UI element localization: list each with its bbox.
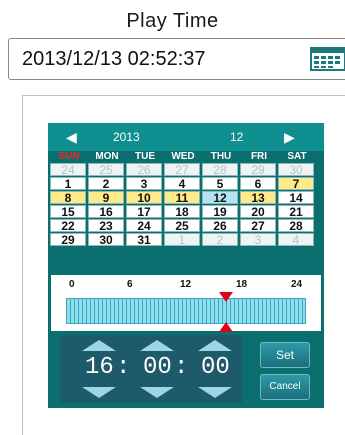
calendar-day[interactable]: 2 bbox=[88, 177, 124, 190]
hour-down-icon[interactable] bbox=[82, 387, 116, 398]
calendar-icon[interactable] bbox=[310, 47, 345, 71]
cancel-button[interactable]: Cancel bbox=[260, 374, 310, 400]
calendar-day[interactable]: 11 bbox=[164, 191, 200, 204]
calendar-day[interactable]: 4 bbox=[164, 177, 200, 190]
calendar-day[interactable]: 27 bbox=[164, 163, 200, 176]
next-month-icon[interactable]: ▶ bbox=[284, 129, 295, 146]
calendar-day[interactable]: 10 bbox=[126, 191, 162, 204]
calendar-day[interactable]: 7 bbox=[278, 177, 314, 190]
timeline-bar[interactable] bbox=[66, 298, 306, 324]
timeline-tick-6: 6 bbox=[127, 279, 133, 290]
weekday-sat: SAT bbox=[287, 151, 307, 162]
calendar-day[interactable]: 30 bbox=[278, 163, 314, 176]
calendar-day[interactable]: 5 bbox=[202, 177, 238, 190]
calendar-day[interactable]: 3 bbox=[126, 177, 162, 190]
calendar-day[interactable]: 25 bbox=[88, 163, 124, 176]
second-field[interactable]: 00 bbox=[201, 354, 230, 381]
weekday-thu: THU bbox=[210, 151, 232, 162]
timeline-tick-12: 12 bbox=[180, 279, 192, 290]
time-separator: : bbox=[174, 354, 189, 381]
hour-up-icon[interactable] bbox=[82, 340, 116, 351]
timeline-tick-24: 24 bbox=[291, 279, 303, 290]
calendar-day[interactable]: 20 bbox=[240, 205, 276, 218]
calendar-day[interactable]: 15 bbox=[50, 205, 86, 218]
calendar-day[interactable]: 25 bbox=[164, 219, 200, 232]
calendar-day[interactable]: 2 bbox=[202, 233, 238, 246]
time-spinner: 16 : 00 : 00 bbox=[60, 335, 242, 403]
calendar-day[interactable]: 28 bbox=[278, 219, 314, 232]
calendar-day[interactable]: 22 bbox=[50, 219, 86, 232]
calendar-year: 2013 bbox=[113, 130, 140, 144]
second-up-icon[interactable] bbox=[198, 340, 232, 351]
calendar-day[interactable]: 4 bbox=[278, 233, 314, 246]
calendar-day[interactable]: 29 bbox=[240, 163, 276, 176]
calendar-day[interactable]: 28 bbox=[202, 163, 238, 176]
calendar-day[interactable]: 23 bbox=[88, 219, 124, 232]
calendar-day[interactable]: 26 bbox=[202, 219, 238, 232]
timeline-marker-top[interactable] bbox=[219, 292, 233, 302]
calendar-day[interactable]: 29 bbox=[50, 233, 86, 246]
calendar-day[interactable]: 24 bbox=[50, 163, 86, 176]
calendar-day[interactable]: 6 bbox=[240, 177, 276, 190]
second-down-icon[interactable] bbox=[198, 387, 232, 398]
calendar-day[interactable]: 26 bbox=[126, 163, 162, 176]
calendar-day[interactable]: 14 bbox=[278, 191, 314, 204]
prev-month-icon[interactable]: ◀ bbox=[66, 129, 77, 146]
timeline-tick-18: 18 bbox=[236, 279, 248, 290]
minute-down-icon[interactable] bbox=[140, 387, 174, 398]
calendar-day[interactable]: 16 bbox=[88, 205, 124, 218]
hour-field[interactable]: 16 bbox=[85, 354, 114, 381]
datetime-picker: ◀ 2013 12 ▶ SUN MON TUE WED THU FRI SAT … bbox=[48, 123, 324, 408]
calendar-day[interactable]: 12 bbox=[202, 191, 238, 204]
calendar-day[interactable]: 31 bbox=[126, 233, 162, 246]
weekday-tue: TUE bbox=[135, 151, 155, 162]
weekday-fri: FRI bbox=[250, 151, 268, 162]
calendar-month: 12 bbox=[230, 130, 244, 144]
calendar-day[interactable]: 1 bbox=[164, 233, 200, 246]
weekday-mon: MON bbox=[95, 151, 119, 162]
minute-field[interactable]: 00 bbox=[143, 354, 172, 381]
timeline-marker-bottom[interactable] bbox=[219, 322, 233, 332]
calendar-day[interactable]: 21 bbox=[278, 205, 314, 218]
calendar-day[interactable]: 17 bbox=[126, 205, 162, 218]
timeline-tick-0: 0 bbox=[69, 279, 75, 290]
weekday-wed: WED bbox=[171, 151, 195, 162]
calendar-day[interactable]: 30 bbox=[88, 233, 124, 246]
time-separator: : bbox=[116, 354, 131, 381]
calendar-header: ◀ 2013 12 ▶ bbox=[48, 123, 324, 151]
calendar-day[interactable]: 27 bbox=[240, 219, 276, 232]
calendar-day[interactable]: 8 bbox=[50, 191, 86, 204]
minute-up-icon[interactable] bbox=[140, 340, 174, 351]
calendar-day[interactable]: 1 bbox=[50, 177, 86, 190]
calendar-day[interactable]: 3 bbox=[240, 233, 276, 246]
weekday-sun: SUN bbox=[58, 151, 80, 162]
timeline[interactable]: 0 6 12 18 24 bbox=[50, 274, 322, 332]
calendar-day[interactable]: 24 bbox=[126, 219, 162, 232]
calendar-day[interactable]: 9 bbox=[88, 191, 124, 204]
datetime-value[interactable]: 2013/12/13 02:52:37 bbox=[22, 48, 206, 71]
set-button[interactable]: Set bbox=[260, 342, 310, 368]
time-digits: 16 : 00 : 00 bbox=[60, 354, 242, 384]
calendar-day[interactable]: 13 bbox=[240, 191, 276, 204]
page-title: Play Time bbox=[126, 10, 219, 32]
calendar-day[interactable]: 18 bbox=[164, 205, 200, 218]
calendar-day[interactable]: 19 bbox=[202, 205, 238, 218]
